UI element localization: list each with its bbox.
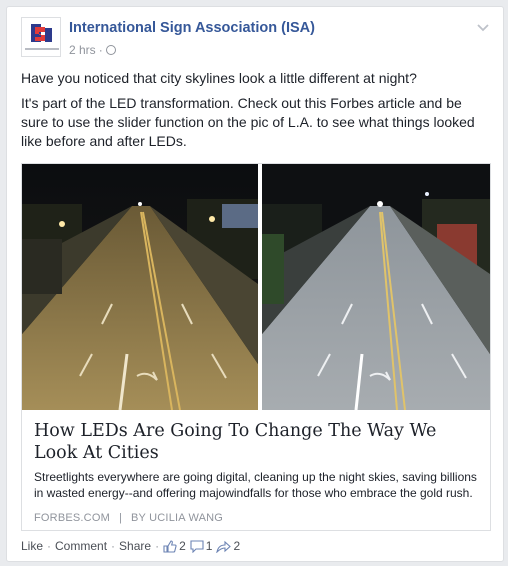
thumbs-up-icon [163,539,177,553]
comment-button[interactable]: Comment [55,539,107,553]
post-text: Have you noticed that city skylines look… [21,69,491,157]
link-source: FORBES.COM | BY UCILIA WANG [34,512,223,524]
link-domain: FORBES.COM [34,512,110,524]
post-time[interactable]: 2 hrs [69,43,96,57]
action-dot-2: · [111,539,116,553]
logo-caption-line [25,48,59,50]
link-preview[interactable]: How LEDs Are Going To Change The Way We … [21,163,491,531]
post-header: International Sign Association (ISA) 2 h… [21,17,491,65]
post-paragraph-2: It's part of the LED transformation. Che… [21,95,475,149]
source-separator: | [118,512,123,524]
shares-counter[interactable]: 2 [216,539,240,553]
meta-separator: · [98,43,103,57]
comments-counter[interactable]: 1 [190,539,213,553]
post-paragraph-1: Have you noticed that city skylines look… [21,70,417,86]
isa-logo [31,24,52,42]
link-author: BY UCILIA WANG [131,512,224,524]
post-card: International Sign Association (ISA) 2 h… [6,6,504,562]
chevron-down-icon[interactable] [475,19,491,35]
likes-count: 2 [179,539,186,553]
like-button[interactable]: Like [21,539,43,553]
shares-count: 2 [233,539,241,553]
post-meta: 2 hrs · [69,43,116,57]
share-icon [216,540,232,553]
link-description: Streetlights everywhere are going digita… [34,470,477,500]
action-dot-3: · [155,539,160,553]
before-photo [22,164,258,410]
after-photo [262,164,490,410]
page-name-link[interactable]: International Sign Association (ISA) [69,20,315,36]
link-title[interactable]: How LEDs Are Going To Change The Way We … [34,420,474,464]
post-actions: Like · Comment · Share · 2 1 2 [21,539,244,553]
comments-count: 1 [205,539,213,553]
comment-icon [190,539,204,553]
action-dot-1: · [47,539,52,553]
likes-counter[interactable]: 2 [163,539,186,553]
page-avatar[interactable] [21,17,61,57]
share-button[interactable]: Share [119,539,151,553]
globe-icon [105,45,116,55]
